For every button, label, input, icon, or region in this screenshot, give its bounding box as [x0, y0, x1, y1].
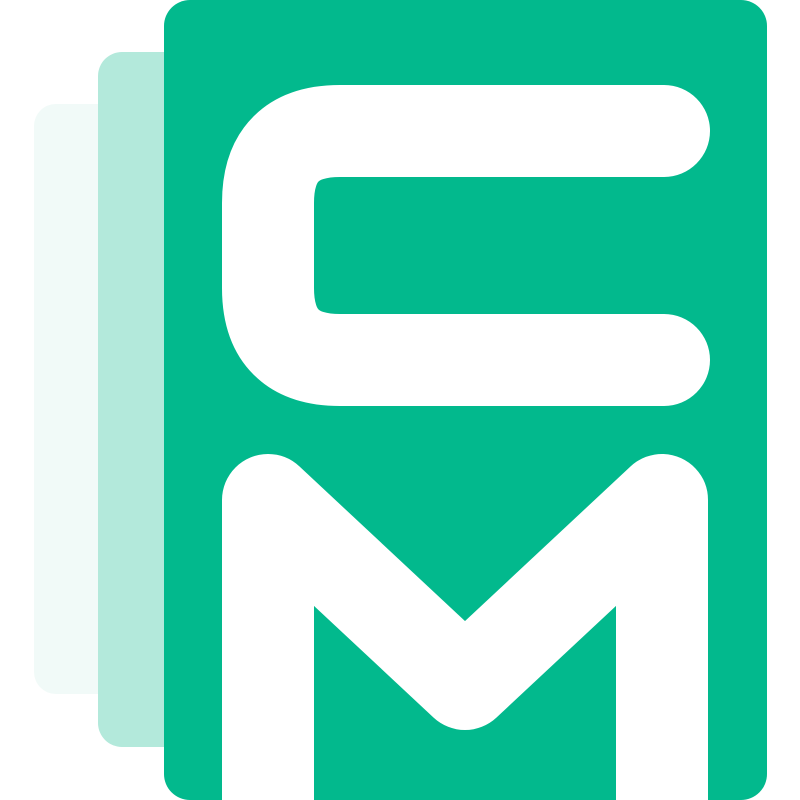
logo-canvas	[0, 0, 800, 800]
letter-m	[222, 454, 708, 800]
letter-c	[222, 85, 710, 406]
cm-monogram	[222, 85, 710, 800]
